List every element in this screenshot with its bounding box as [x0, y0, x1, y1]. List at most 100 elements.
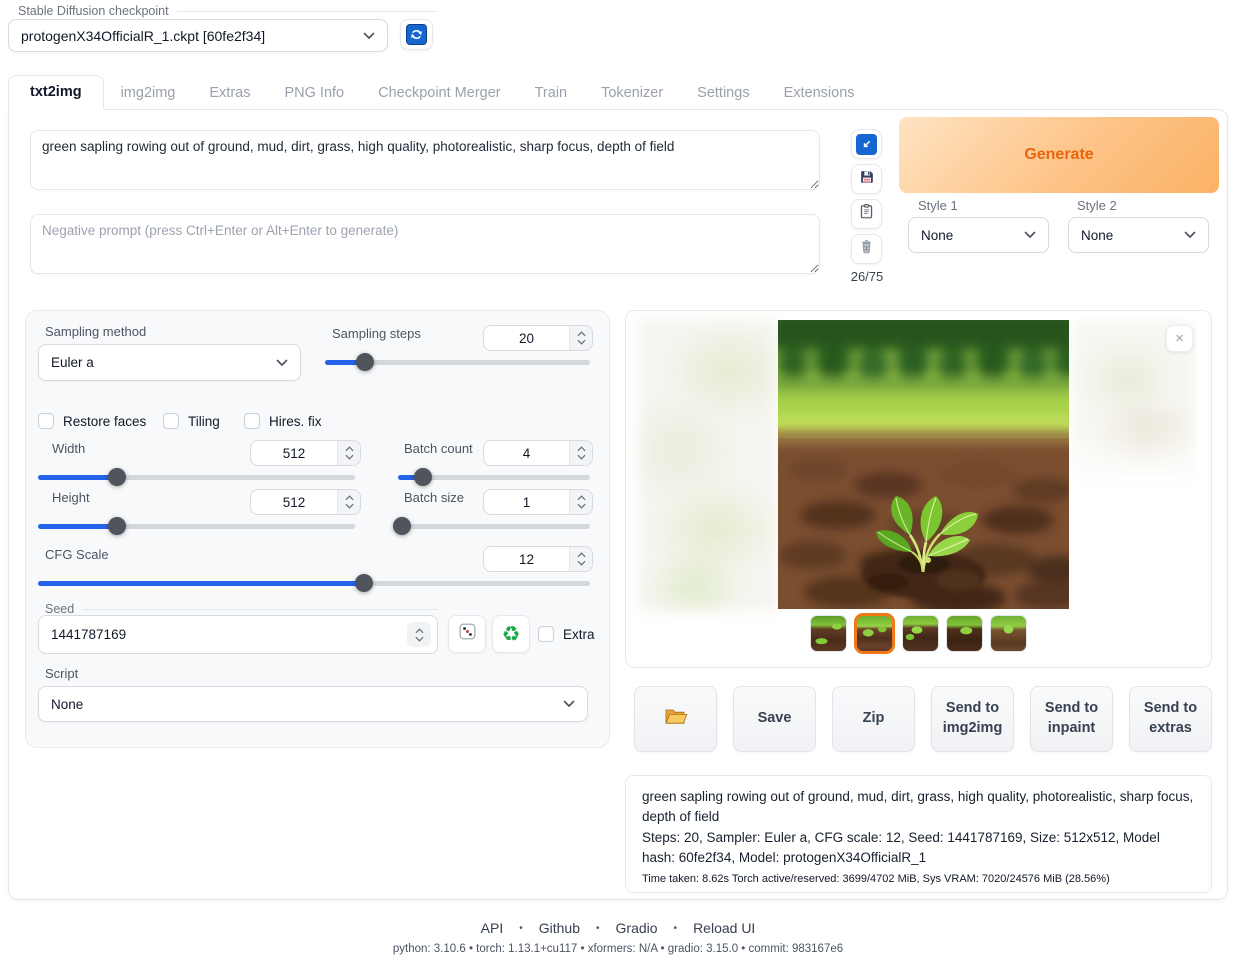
gallery-thumbnail[interactable] — [810, 615, 847, 652]
tab-img2img[interactable]: img2img — [104, 77, 193, 109]
sampling-steps-slider[interactable] — [325, 353, 590, 371]
close-gallery-button[interactable]: × — [1166, 325, 1193, 352]
main-tabs: txt2img img2img Extras PNG Info Checkpoi… — [8, 75, 872, 109]
negative-prompt-input[interactable] — [30, 214, 820, 274]
footer-link-github[interactable]: Github — [539, 920, 580, 936]
height-input[interactable]: 512 — [250, 489, 361, 515]
send-to-inpaint-label: Send to inpaint — [1041, 699, 1102, 738]
save-style-button[interactable] — [851, 164, 882, 194]
save-label: Save — [758, 709, 792, 729]
save-button[interactable]: Save — [733, 686, 816, 752]
stepper-arrows[interactable] — [569, 547, 592, 571]
sampling-method-label: Sampling method — [45, 324, 146, 339]
seed-input[interactable]: 1441787169 — [38, 615, 438, 654]
stepper-arrows[interactable] — [569, 326, 592, 350]
script-select[interactable]: None — [38, 686, 588, 722]
extra-label: Extra — [563, 627, 595, 642]
send-to-img2img-label: Send to img2img — [942, 699, 1003, 738]
height-slider[interactable] — [38, 517, 355, 535]
send-to-img2img-button[interactable]: Send to img2img — [931, 686, 1014, 752]
sampling-method-value: Euler a — [51, 355, 276, 370]
tab-settings[interactable]: Settings — [680, 77, 766, 109]
open-folder-button[interactable] — [634, 686, 717, 752]
reuse-seed-button[interactable]: ♻ — [492, 615, 530, 653]
tiling-label: Tiling — [188, 414, 220, 429]
generate-button[interactable]: Generate — [899, 117, 1219, 193]
paste-generation-params-button[interactable] — [851, 129, 882, 159]
checkbox-icon[interactable] — [38, 413, 54, 429]
stable-diffusion-webui: Stable Diffusion checkpoint protogenX34O… — [0, 0, 1236, 966]
height-label: Height — [52, 490, 90, 505]
chevron-down-icon — [1184, 231, 1196, 239]
footer-link-api[interactable]: API — [481, 920, 504, 936]
apply-style-button[interactable] — [851, 199, 882, 229]
batch-count-slider[interactable] — [398, 468, 590, 486]
random-seed-button[interactable] — [448, 615, 486, 653]
dice-icon — [457, 621, 478, 647]
legend-line — [177, 11, 437, 12]
gallery-thumbnail[interactable] — [946, 615, 983, 652]
restore-faces-checkbox[interactable]: Restore faces — [38, 413, 146, 429]
hires-fix-checkbox[interactable]: Hires. fix — [244, 413, 322, 429]
footer-link-reload-ui[interactable]: Reload UI — [693, 920, 755, 936]
width-input[interactable]: 512 — [250, 440, 361, 466]
batch-size-value: 1 — [484, 490, 569, 514]
restore-faces-label: Restore faces — [63, 414, 146, 429]
checkbox-icon[interactable] — [163, 413, 179, 429]
checkbox-icon[interactable] — [538, 626, 554, 642]
generated-image[interactable] — [778, 320, 1069, 609]
tab-tokenizer[interactable]: Tokenizer — [584, 77, 680, 109]
stepper-arrows[interactable] — [407, 622, 431, 647]
tab-png-info[interactable]: PNG Info — [267, 77, 361, 109]
sampling-method-select[interactable]: Euler a — [38, 344, 301, 381]
refresh-checkpoint-button[interactable] — [400, 19, 433, 50]
checkbox-icon[interactable] — [244, 413, 260, 429]
dot-separator: • — [519, 923, 523, 934]
cfg-scale-slider[interactable] — [38, 574, 590, 592]
tab-txt2img[interactable]: txt2img — [8, 75, 104, 110]
tab-extras[interactable]: Extras — [192, 77, 267, 109]
extra-seed-checkbox[interactable]: Extra — [538, 626, 595, 642]
sampling-steps-input[interactable]: 20 — [483, 325, 593, 351]
batch-size-slider[interactable] — [398, 517, 590, 535]
close-icon: × — [1175, 330, 1184, 347]
prompt-input[interactable]: green sapling rowing out of ground, mud,… — [30, 130, 820, 190]
gallery-thumbnail[interactable] — [902, 615, 939, 652]
cfg-scale-input[interactable]: 12 — [483, 546, 593, 572]
checkpoint-label: Stable Diffusion checkpoint — [18, 4, 169, 18]
gallery-thumbnail-selected[interactable] — [854, 613, 895, 654]
send-to-extras-button[interactable]: Send to extras — [1129, 686, 1212, 752]
cfg-scale-value: 12 — [484, 547, 569, 571]
batch-count-label: Batch count — [404, 441, 473, 456]
clear-prompt-button[interactable] — [851, 234, 882, 264]
footer-version-info: python: 3.10.6 • torch: 1.13.1+cu117 • x… — [0, 943, 1236, 955]
batch-size-input[interactable]: 1 — [483, 489, 593, 515]
zip-button[interactable]: Zip — [832, 686, 915, 752]
footer-link-gradio[interactable]: Gradio — [616, 920, 658, 936]
style1-value: None — [921, 228, 1024, 243]
tab-extensions[interactable]: Extensions — [767, 77, 872, 109]
stepper-arrows[interactable] — [569, 490, 592, 514]
tab-checkpoint-merger[interactable]: Checkpoint Merger — [361, 77, 518, 109]
checkpoint-label-row: Stable Diffusion checkpoint — [18, 4, 437, 18]
style2-select[interactable]: None — [1068, 217, 1209, 253]
seed-value: 1441787169 — [51, 627, 126, 642]
folder-icon — [664, 705, 688, 734]
stepper-arrows[interactable] — [337, 490, 360, 514]
width-slider[interactable] — [38, 468, 355, 486]
stepper-arrows[interactable] — [337, 441, 360, 465]
batch-count-input[interactable]: 4 — [483, 440, 593, 466]
gallery-thumbnail[interactable] — [990, 615, 1027, 652]
gallery-side-blur — [638, 319, 778, 611]
style2-value: None — [1081, 228, 1184, 243]
clipboard-icon — [858, 203, 875, 225]
style1-select[interactable]: None — [908, 217, 1049, 253]
tab-train[interactable]: Train — [518, 77, 585, 109]
generation-info-panel: green sapling rowing out of ground, mud,… — [625, 775, 1212, 893]
checkpoint-select[interactable]: protogenX34OfficialR_1.ckpt [60fe2f34] — [8, 19, 388, 52]
send-to-inpaint-button[interactable]: Send to inpaint — [1030, 686, 1113, 752]
stepper-arrows[interactable] — [569, 441, 592, 465]
dot-separator: • — [596, 923, 600, 934]
token-counter: 26/75 — [846, 269, 888, 284]
tiling-checkbox[interactable]: Tiling — [163, 413, 220, 429]
